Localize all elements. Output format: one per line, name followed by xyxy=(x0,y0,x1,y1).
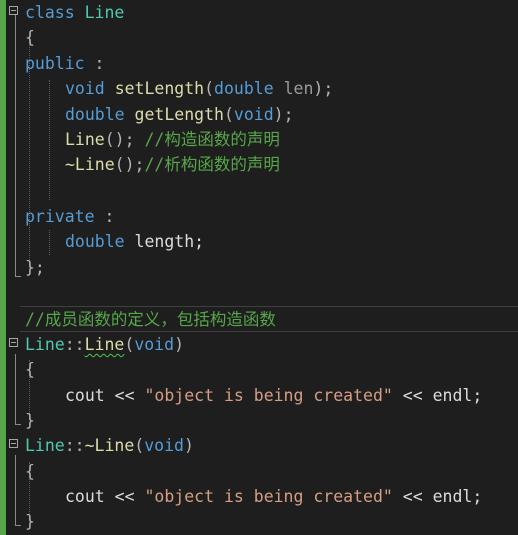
collapse-icon[interactable] xyxy=(9,439,18,448)
class-name: Line xyxy=(25,335,65,354)
type-keyword: double xyxy=(65,105,125,124)
destructor-name: ~Line xyxy=(84,436,135,455)
code-line[interactable]: //成员函数的定义，包括构造函数 xyxy=(0,307,518,332)
code-line[interactable]: void setLength(double len); xyxy=(0,76,518,101)
paren-open: ( xyxy=(204,79,215,98)
code-line[interactable] xyxy=(0,178,518,203)
comment: //成员函数的定义，包括构造函数 xyxy=(25,310,276,329)
code-line[interactable] xyxy=(0,281,518,306)
code-line[interactable]: class Line xyxy=(0,0,518,25)
param-type: void xyxy=(233,105,274,124)
paren-close: ) xyxy=(183,436,194,455)
code-line[interactable]: } xyxy=(0,509,518,534)
statement: cout << xyxy=(65,386,145,405)
comment: //析构函数的声明 xyxy=(144,155,280,174)
keyword: class xyxy=(25,3,75,22)
code-line[interactable]: double length; xyxy=(0,229,518,254)
param-name: len xyxy=(283,79,314,98)
string-literal: "object is being created" xyxy=(144,386,393,405)
statement-tail: << endl; xyxy=(392,386,483,405)
code-line[interactable]: Line(); //构造函数的声明 xyxy=(0,127,518,152)
scope-operator: :: xyxy=(64,335,85,354)
colon: : xyxy=(94,207,115,226)
paren-open: ( xyxy=(223,105,234,124)
brace: }; xyxy=(25,258,45,277)
paren-open: ( xyxy=(124,335,135,354)
code-line[interactable]: cout << "object is being created" << end… xyxy=(0,484,518,509)
code-line[interactable]: Line::Line(void) xyxy=(0,332,518,357)
code-line[interactable]: { xyxy=(0,459,518,484)
brace: { xyxy=(25,462,35,481)
statement: cout << xyxy=(65,487,145,506)
paren-close: ); xyxy=(273,105,294,124)
constructor-name: Line xyxy=(65,130,105,149)
string-literal: "object is being created" xyxy=(144,487,393,506)
comment: //构造函数的声明 xyxy=(144,130,280,149)
access-specifier: private xyxy=(25,207,95,226)
paren-close: ); xyxy=(313,79,334,98)
brace: { xyxy=(25,360,35,379)
code-line[interactable]: ~Line();//析构函数的声明 xyxy=(0,152,518,177)
param-type: double xyxy=(214,79,274,98)
paren: (); xyxy=(114,155,145,174)
code-line[interactable]: public : xyxy=(0,51,518,76)
code-line[interactable]: private : xyxy=(0,204,518,229)
type-keyword: double xyxy=(65,232,125,251)
statement-tail: << endl; xyxy=(392,487,483,506)
code-line[interactable]: } xyxy=(0,408,518,433)
paren: (); xyxy=(104,130,145,149)
code-line[interactable]: }; xyxy=(0,255,518,280)
collapse-icon[interactable] xyxy=(9,338,18,347)
colon: : xyxy=(84,54,105,73)
code-line[interactable]: cout << "object is being created" << end… xyxy=(0,383,518,408)
collapse-icon[interactable] xyxy=(9,6,18,15)
code-line[interactable]: { xyxy=(0,357,518,382)
method-name: setLength xyxy=(114,79,205,98)
code-editor[interactable]: class Line { public : void setLength(dou… xyxy=(0,0,518,535)
member-name: length; xyxy=(124,232,205,251)
method-name: getLength xyxy=(134,105,224,124)
brace: } xyxy=(25,512,35,531)
type-keyword: void xyxy=(65,79,105,98)
scope-operator: :: xyxy=(64,436,85,455)
access-specifier: public xyxy=(25,54,85,73)
param-type: void xyxy=(144,436,184,455)
class-name: Line xyxy=(25,436,65,455)
code-line[interactable]: double getLength(void); xyxy=(0,102,518,127)
param-type: void xyxy=(134,335,175,354)
destructor-name: ~Line xyxy=(65,155,115,174)
code-line[interactable]: Line::~Line(void) xyxy=(0,433,518,458)
paren-open: ( xyxy=(134,436,145,455)
brace: } xyxy=(25,411,35,430)
brace: { xyxy=(25,28,35,47)
class-name: Line xyxy=(84,3,125,22)
paren-close: ) xyxy=(174,335,184,354)
constructor-name: Line xyxy=(84,335,125,354)
code-line[interactable]: { xyxy=(0,25,518,50)
